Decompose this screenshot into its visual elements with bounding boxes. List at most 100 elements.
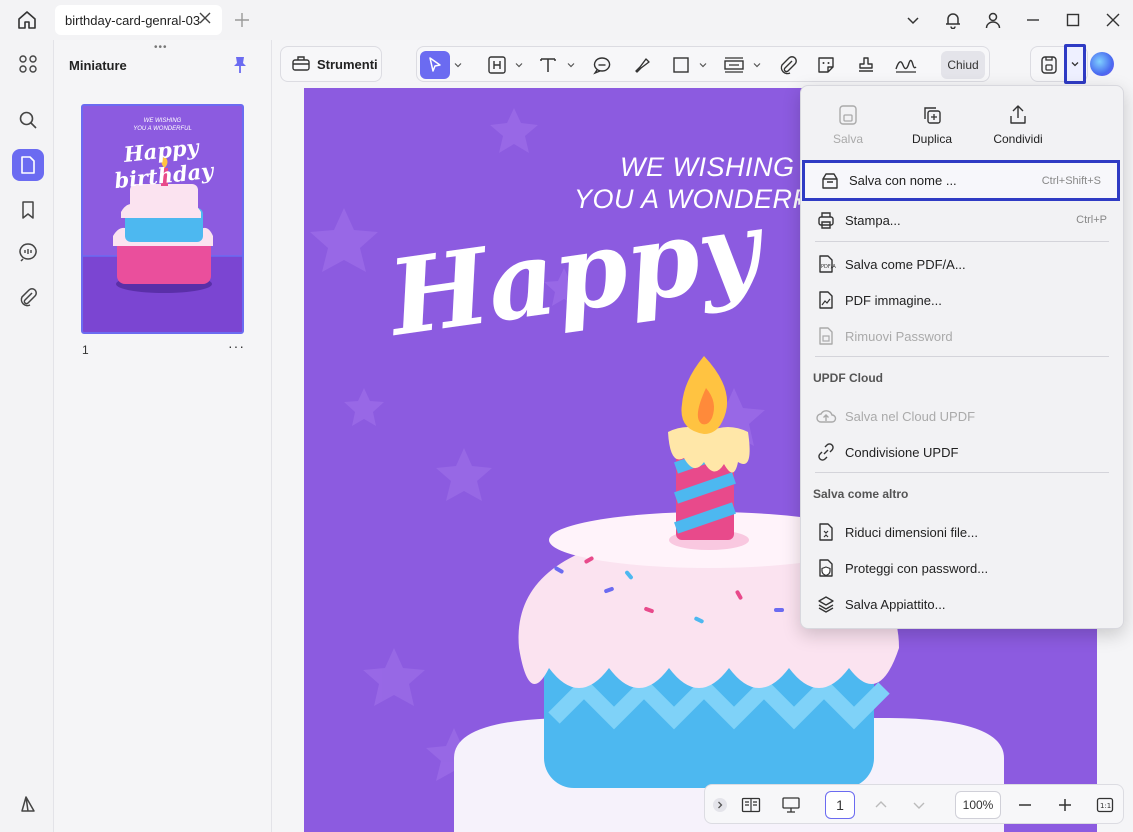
svg-text:1:1: 1:1 — [1100, 802, 1111, 810]
stamp-icon[interactable] — [853, 51, 879, 79]
comment-tool-icon[interactable] — [589, 51, 615, 79]
left-rail — [0, 40, 54, 832]
search-icon[interactable] — [12, 104, 44, 136]
zoom-out-icon[interactable] — [1013, 791, 1037, 819]
form-field-icon[interactable] — [721, 51, 747, 79]
pages-icon[interactable] — [12, 149, 44, 181]
cloud-section-title: UPDF Cloud — [813, 371, 883, 385]
zoom-level[interactable]: 100% — [955, 791, 1001, 819]
bell-icon[interactable] — [933, 0, 973, 40]
remove-password-item[interactable]: Rimuovi Password — [801, 318, 1123, 354]
close-window-icon[interactable] — [1093, 0, 1133, 40]
page-navigation-bar: 1 100% 1:1 — [704, 784, 1124, 824]
print-item[interactable]: Stampa... Ctrl+P — [801, 202, 1123, 238]
annotation-tool-group: Chiud — [416, 46, 990, 82]
share-label: Condividi — [993, 132, 1043, 146]
image-pdf-label: PDF immagine... — [845, 292, 942, 308]
title-bar: birthday-card-genral-03 — [0, 0, 1133, 40]
attachment-icon[interactable] — [12, 281, 44, 313]
save-flattened-item[interactable]: Salva Appiattito... — [801, 586, 1123, 622]
heading-tool-dropdown[interactable] — [513, 51, 525, 79]
share-icon — [1007, 104, 1029, 126]
page-layout-icon[interactable] — [739, 791, 763, 819]
link-icon — [815, 441, 837, 463]
quick-save-button[interactable]: Salva — [808, 104, 888, 146]
select-tool-dropdown[interactable] — [452, 51, 464, 79]
menu-divider — [815, 356, 1109, 357]
save-as-item[interactable]: Salva con nome ... Ctrl+Shift+S — [802, 160, 1120, 201]
previous-page-icon[interactable] — [869, 791, 893, 819]
save-as-shortcut: Ctrl+Shift+S — [1041, 174, 1101, 187]
share-button[interactable]: Condividi — [978, 104, 1058, 146]
pdfa-icon: PDF/A — [815, 253, 837, 275]
apps-grid-icon[interactable] — [12, 48, 44, 80]
quick-actions: Salva Duplica Condividi — [801, 86, 1123, 156]
shape-tool-dropdown[interactable] — [697, 51, 709, 79]
card-line-1: WE WISHING — [620, 152, 795, 182]
bookmark-icon[interactable] — [12, 194, 44, 226]
updf-share-item[interactable]: Condivisione UPDF — [801, 434, 1123, 470]
pin-icon[interactable] — [232, 56, 248, 77]
close-tab-icon[interactable] — [198, 11, 212, 25]
save-to-cloud-label: Salva nel Cloud UPDF — [845, 408, 976, 424]
thumbnail-more-button[interactable]: ··· — [228, 338, 245, 354]
duplicate-label: Duplica — [911, 132, 953, 146]
form-field-dropdown[interactable] — [751, 51, 763, 79]
thumbnail-page-number: 1 — [82, 343, 89, 357]
tools-label: Strumenti — [317, 56, 378, 72]
text-tool-dropdown[interactable] — [565, 51, 577, 79]
comment-icon[interactable] — [12, 236, 44, 268]
document-tab[interactable]: birthday-card-genral-03 — [55, 5, 222, 35]
next-page-icon[interactable] — [907, 791, 931, 819]
image-pdf-item[interactable]: PDF immagine... — [801, 282, 1123, 318]
svg-text:PDF/A: PDF/A — [821, 264, 836, 270]
page-thumbnail[interactable]: WE WISHING YOU A WONDERFUL Happy birthda… — [81, 104, 244, 334]
presentation-icon[interactable] — [779, 791, 803, 819]
remove-password-label: Rimuovi Password — [845, 328, 953, 344]
page-number-input[interactable]: 1 — [825, 791, 855, 819]
save-options-dropdown[interactable] — [1064, 44, 1086, 84]
highlighter-icon[interactable] — [629, 51, 655, 79]
save-pdfa-item[interactable]: PDF/A Salva come PDF/A... — [801, 246, 1123, 282]
shield-icon — [815, 557, 837, 579]
save-icon[interactable] — [1038, 54, 1060, 76]
shape-tool-icon[interactable] — [669, 51, 693, 79]
text-tool-icon[interactable] — [535, 51, 561, 79]
signature-icon[interactable] — [891, 51, 921, 79]
reduce-size-item[interactable]: Riduci dimensioni file... — [801, 514, 1123, 550]
new-tab-icon[interactable] — [233, 11, 251, 29]
home-icon[interactable] — [16, 9, 38, 31]
protect-password-item[interactable]: Proteggi con password... — [801, 550, 1123, 586]
tools-button[interactable]: Strumenti — [280, 46, 382, 82]
reduce-size-label: Riduci dimensioni file... — [845, 524, 978, 540]
maximize-icon[interactable] — [1053, 0, 1093, 40]
sticker-icon[interactable] — [813, 51, 839, 79]
panel-title: Miniature — [69, 58, 127, 73]
print-shortcut: Ctrl+P — [1076, 214, 1107, 226]
minimize-icon[interactable] — [1013, 0, 1053, 40]
save-as-icon — [819, 170, 841, 192]
select-tool-button[interactable] — [420, 51, 450, 79]
tab-title: birthday-card-genral-03 — [65, 12, 201, 28]
thumbnail-line1: WE WISHING — [143, 118, 182, 124]
save-pdfa-label: Salva come PDF/A... — [845, 256, 966, 272]
thumbnails-panel: ••• Miniature WE WISHING YOU A WONDERFUL… — [54, 40, 272, 832]
save-to-cloud-item[interactable]: Salva nel Cloud UPDF — [801, 398, 1123, 434]
ai-assistant-icon[interactable] — [1090, 52, 1114, 76]
close-tools-button[interactable]: Chiud — [941, 51, 985, 79]
layers-icon[interactable] — [12, 788, 44, 820]
user-icon[interactable] — [973, 0, 1013, 40]
quick-save-label: Salva — [832, 132, 864, 146]
paperclip-icon[interactable] — [775, 51, 801, 79]
print-label: Stampa... — [845, 212, 901, 228]
heading-tool-icon[interactable] — [485, 51, 509, 79]
duplicate-button[interactable]: Duplica — [892, 104, 972, 146]
window-controls — [893, 0, 1133, 40]
save-as-label: Salva con nome ... — [849, 173, 957, 188]
actual-size-icon[interactable]: 1:1 — [1093, 791, 1117, 819]
panel-grip[interactable]: ••• — [154, 42, 168, 53]
chevron-down-icon[interactable] — [893, 0, 933, 40]
toolbox-icon — [291, 54, 311, 75]
expand-arrow-icon[interactable] — [711, 791, 729, 819]
zoom-in-icon[interactable] — [1053, 791, 1077, 819]
